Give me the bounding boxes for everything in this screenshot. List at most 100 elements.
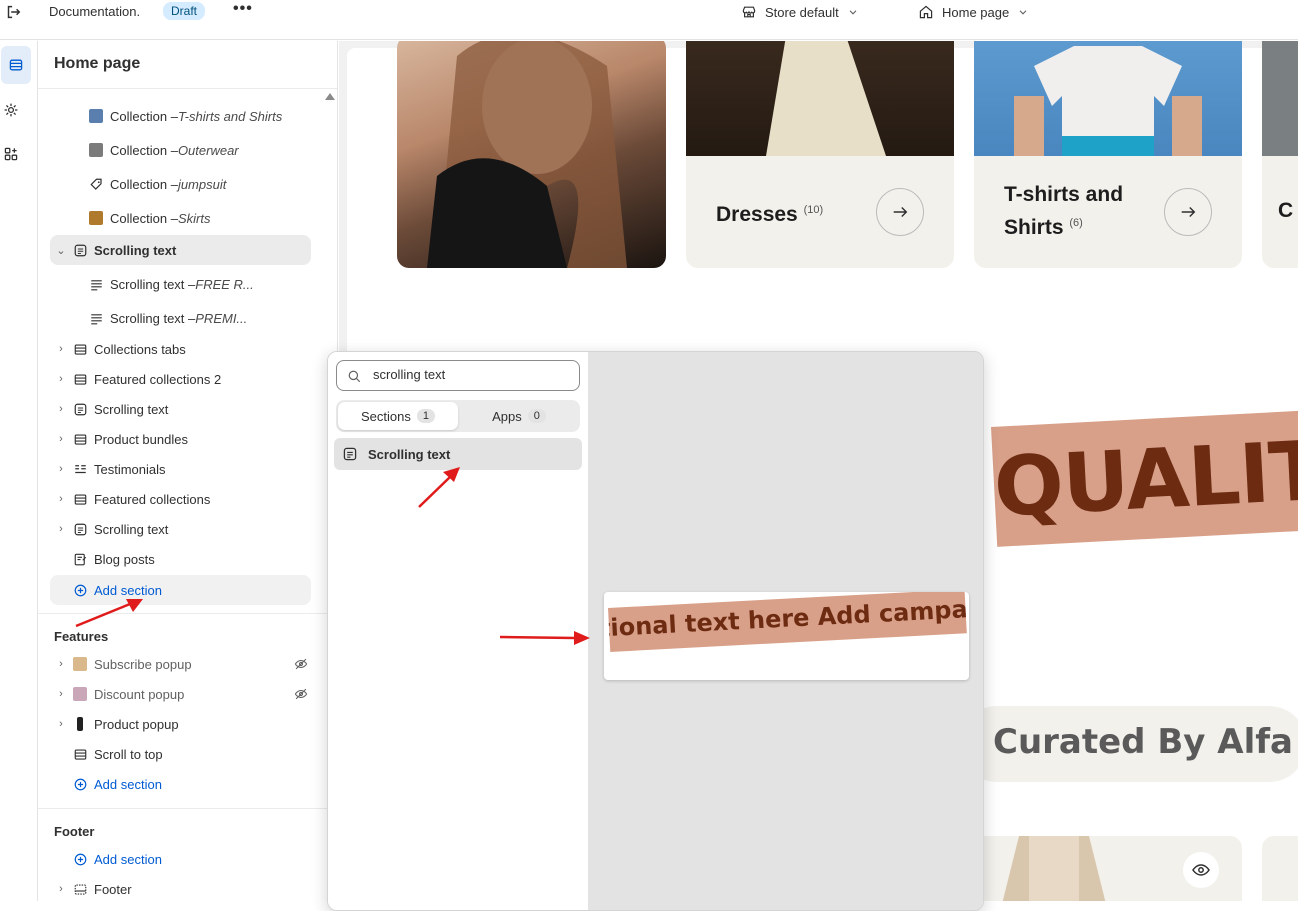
- block-sub: FREE R...: [195, 276, 254, 292]
- chevron-right-icon[interactable]: ›: [54, 493, 68, 505]
- block-label: Collection –: [110, 176, 178, 192]
- block-collection-tshirts[interactable]: Collection – T-shirts and Shirts: [88, 102, 282, 130]
- product-card-partial[interactable]: [1262, 836, 1298, 901]
- collection-image-portrait[interactable]: [397, 41, 666, 268]
- more-menu-button[interactable]: •••: [233, 0, 253, 18]
- section-featured-collections-2[interactable]: › Featured collections 2: [54, 365, 221, 393]
- text-section-icon: [74, 523, 86, 535]
- add-section-button[interactable]: Add section: [50, 575, 311, 605]
- product-card[interactable]: [959, 836, 1242, 901]
- eye-hidden-icon[interactable]: [294, 657, 308, 671]
- block-collection-outerwear[interactable]: Collection – Outerwear: [88, 136, 239, 164]
- section-label: Testimonials: [94, 461, 166, 477]
- result-scrolling-text[interactable]: Scrolling text: [334, 438, 582, 470]
- tab-apps[interactable]: Apps 0: [460, 402, 578, 430]
- block-scrolling-text-1[interactable]: Scrolling text – FREE R...: [88, 270, 254, 298]
- block-label: Scrolling text –: [110, 310, 196, 326]
- home-icon: [919, 5, 933, 19]
- block-collection-jumpsuit[interactable]: Collection – jumpsuit: [88, 170, 226, 198]
- collection-card-tshirts[interactable]: T-shirts and Shirts (6): [974, 156, 1242, 268]
- collection-arrow-button[interactable]: [876, 188, 924, 236]
- chevron-down-icon: [849, 10, 857, 15]
- portrait-illustration: [427, 41, 627, 268]
- collection-image-dresses[interactable]: [686, 41, 954, 156]
- footer-add-section-button[interactable]: Add section: [72, 845, 162, 873]
- scrolling-text-band[interactable]: QUALITY: [991, 409, 1298, 547]
- section-blog-posts[interactable]: Blog posts: [72, 545, 155, 573]
- chevron-right-icon[interactable]: ›: [54, 373, 68, 385]
- block-sub: PREMI...: [195, 310, 248, 326]
- search-input[interactable]: [373, 367, 573, 382]
- tab-sections[interactable]: Sections 1: [338, 402, 458, 430]
- chevron-right-icon[interactable]: ›: [54, 718, 68, 730]
- chevron-right-icon[interactable]: ›: [54, 688, 68, 700]
- chevron-right-icon[interactable]: ›: [54, 463, 68, 475]
- eye-icon: [1192, 864, 1210, 876]
- features-add-section-button[interactable]: Add section: [72, 770, 162, 798]
- settings-rail-button[interactable]: [0, 99, 22, 121]
- chevron-right-icon[interactable]: ›: [54, 523, 68, 535]
- section-scrolling-text-selected[interactable]: ⌄ Scrolling text: [50, 235, 311, 265]
- section-label: Scrolling text: [94, 242, 177, 258]
- collection-title: T-shirts and Shirts (6): [1004, 180, 1123, 242]
- exit-icon[interactable]: [4, 3, 22, 21]
- add-section-popover: Sections 1 Apps 0 Scrolling text tional …: [327, 351, 984, 911]
- chevron-right-icon[interactable]: ›: [54, 403, 68, 415]
- section-featured-collections[interactable]: › Featured collections: [54, 485, 210, 513]
- chevron-right-icon[interactable]: ›: [54, 343, 68, 355]
- page-context-dropdown[interactable]: Home page: [918, 4, 1029, 20]
- text-lines-icon: [90, 279, 102, 290]
- section-label: Product popup: [94, 716, 179, 732]
- collection-name: T-shirts and: [1004, 183, 1124, 206]
- feature-product-popup[interactable]: › Product popup: [54, 710, 179, 738]
- layout-icon: [74, 373, 86, 385]
- apps-icon: [4, 147, 18, 161]
- collection-card-dresses[interactable]: Dresses (10): [686, 156, 954, 268]
- curated-heading: Curated By Alfa: [993, 722, 1293, 762]
- feature-scroll-to-top[interactable]: Scroll to top: [72, 740, 163, 768]
- block-sub: T-shirts and Shirts: [177, 108, 283, 124]
- section-search-field[interactable]: [336, 360, 580, 391]
- chevron-down-icon: [1019, 10, 1027, 15]
- collection-count: (6): [1069, 217, 1083, 229]
- collection-card-partial[interactable]: C: [1262, 156, 1298, 268]
- collection-image-tshirts[interactable]: [974, 41, 1242, 156]
- tshirt-illustration: [1014, 46, 1202, 156]
- section-product-bundles[interactable]: › Product bundles: [54, 425, 188, 453]
- collection-count: (10): [803, 204, 824, 216]
- section-footer[interactable]: › Footer: [54, 875, 132, 901]
- collection-image-partial[interactable]: [1262, 41, 1298, 156]
- store-icon: [742, 6, 756, 18]
- feature-discount-popup[interactable]: › Discount popup: [54, 680, 316, 708]
- quick-view-button[interactable]: [1183, 852, 1219, 888]
- apps-rail-button[interactable]: [0, 143, 22, 165]
- chevron-down-icon[interactable]: ⌄: [54, 244, 68, 257]
- block-collection-skirts[interactable]: Collection – Skirts: [88, 204, 210, 232]
- testimonial-icon: [74, 464, 86, 473]
- chevron-right-icon[interactable]: ›: [54, 883, 68, 895]
- footer-icon: [74, 883, 86, 895]
- section-label: Footer: [94, 881, 132, 897]
- section-label: Blog posts: [94, 551, 155, 567]
- block-sub: Skirts: [177, 210, 211, 226]
- section-testimonials[interactable]: › Testimonials: [54, 455, 166, 483]
- block-scrolling-text-2[interactable]: Scrolling text – PREMI...: [88, 304, 247, 332]
- gear-icon: [4, 103, 18, 117]
- section-scrolling-text-3[interactable]: › Scrolling text: [54, 515, 168, 543]
- chevron-right-icon[interactable]: ›: [54, 433, 68, 445]
- store-context-dropdown[interactable]: Store default: [741, 4, 859, 20]
- sections-rail-button[interactable]: [1, 46, 31, 84]
- block-label: Collection –: [110, 142, 178, 158]
- block-label: Collection –: [110, 108, 178, 124]
- feature-subscribe-popup[interactable]: › Subscribe popup: [54, 650, 316, 678]
- block-sub: Outerwear: [177, 142, 239, 158]
- store-name: Documentation.: [49, 4, 141, 19]
- section-scrolling-text-2[interactable]: › Scrolling text: [54, 395, 168, 423]
- scroll-up-arrow[interactable]: [325, 93, 335, 100]
- section-collections-tabs[interactable]: › Collections tabs: [54, 335, 186, 363]
- add-section-label: Add section: [94, 776, 162, 792]
- chevron-right-icon[interactable]: ›: [54, 658, 68, 670]
- add-section-label: Add section: [94, 851, 162, 867]
- collection-arrow-button[interactable]: [1164, 188, 1212, 236]
- eye-hidden-icon[interactable]: [294, 687, 308, 701]
